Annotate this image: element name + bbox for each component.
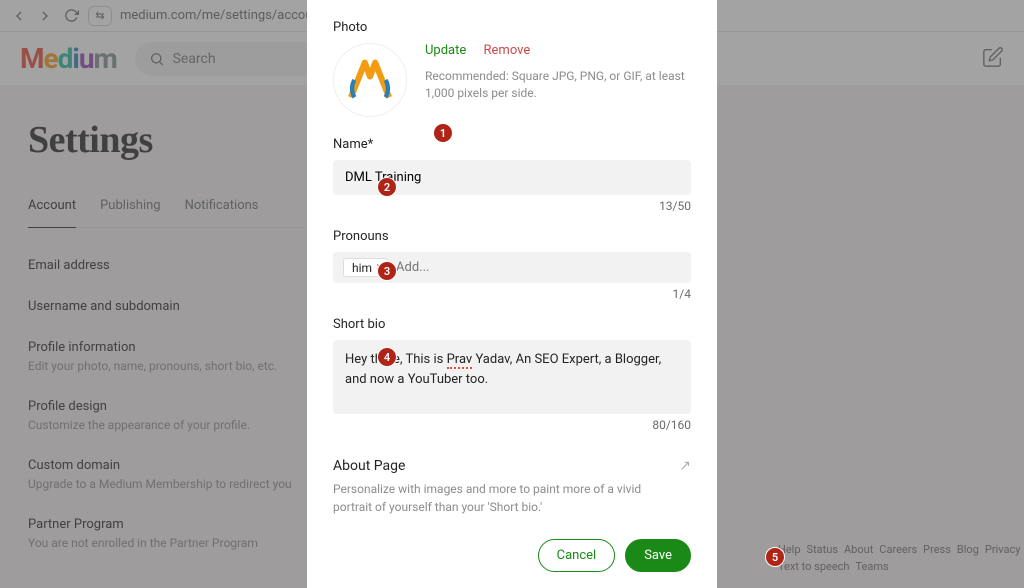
name-label: Name*: [333, 137, 691, 152]
bio-label: Short bio: [333, 317, 691, 332]
photo-label: Photo: [333, 20, 691, 35]
pronouns-label: Pronouns: [333, 229, 691, 244]
save-button[interactable]: Save: [625, 539, 691, 572]
annotation-2: 2: [378, 178, 396, 196]
about-page-row[interactable]: About Page ↗ Personalize with images and…: [333, 448, 691, 516]
profile-info-modal: Photo Update Remove Recommended: Square …: [307, 0, 717, 588]
cancel-button[interactable]: Cancel: [538, 539, 616, 572]
photo-update-link[interactable]: Update: [425, 43, 466, 58]
name-field-group: Name* 13/50: [333, 137, 691, 213]
annotation-1: 1: [434, 124, 452, 142]
annotation-5: 5: [766, 548, 784, 566]
photo-remove-link[interactable]: Remove: [484, 43, 531, 58]
bio-field-group: Short bio Hey there, This is Prav Yadav,…: [333, 317, 691, 432]
avatar[interactable]: [333, 43, 407, 117]
annotation-3: 3: [378, 262, 396, 280]
pronoun-counter: 1/4: [333, 287, 691, 301]
photo-row: Update Remove Recommended: Square JPG, P…: [333, 43, 691, 117]
annotation-4: 4: [378, 348, 396, 366]
pronoun-add-input[interactable]: [396, 260, 681, 275]
about-title: About Page: [333, 458, 405, 474]
bio-counter: 80/160: [333, 418, 691, 432]
external-arrow-icon: ↗: [679, 458, 691, 474]
about-sub: Personalize with images and more to pain…: [333, 480, 643, 516]
name-counter: 13/50: [333, 199, 691, 213]
modal-footer: Cancel Save: [333, 523, 691, 572]
photo-recommendation: Recommended: Square JPG, PNG, or GIF, at…: [425, 68, 685, 102]
